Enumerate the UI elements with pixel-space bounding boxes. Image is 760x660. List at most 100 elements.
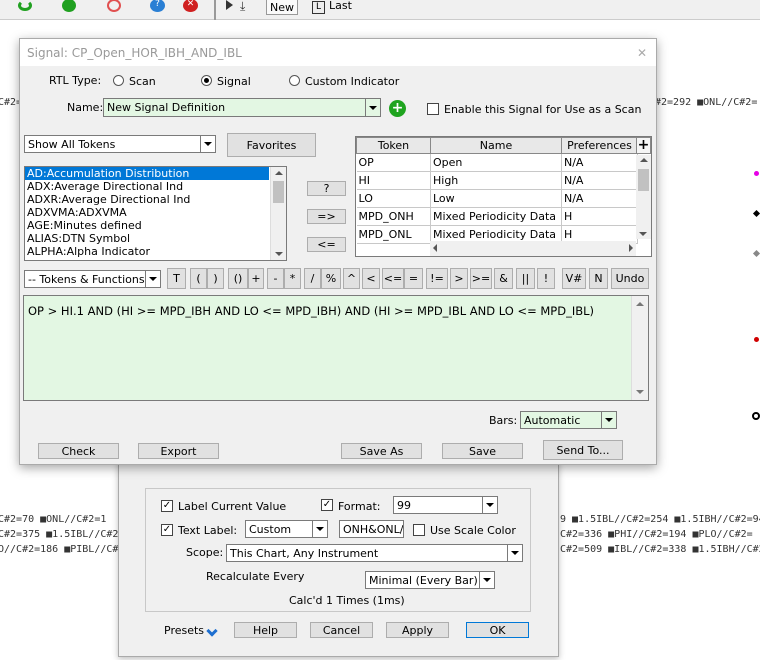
operator-button[interactable]: /: [304, 268, 321, 289]
presets-label[interactable]: Presets: [164, 624, 204, 637]
chevron-down-icon[interactable]: [482, 497, 497, 513]
last-button[interactable]: L Last: [312, 0, 364, 14]
scroll-left-icon[interactable]: [433, 244, 437, 252]
operator-button[interactable]: T: [167, 268, 186, 289]
chevron-down-icon[interactable]: [312, 521, 327, 537]
text-label-checkbox[interactable]: ✓: [161, 524, 173, 536]
bars-select[interactable]: Automatic: [520, 411, 617, 429]
table-vscrollbar[interactable]: [636, 155, 651, 239]
table-row[interactable]: LO Low N/A: [356, 189, 638, 208]
table-row[interactable]: OP Open N/A: [356, 153, 638, 172]
scroll-up-icon[interactable]: [636, 302, 644, 306]
list-item[interactable]: AGE:Minutes defined: [25, 219, 286, 232]
label-current-value-checkbox[interactable]: ✓: [161, 500, 173, 512]
scroll-thumb[interactable]: [273, 181, 284, 203]
scroll-right-icon[interactable]: [629, 244, 633, 252]
add-icon[interactable]: +: [389, 100, 406, 117]
column-header-preferences[interactable]: Preferences: [561, 137, 638, 154]
operator-button[interactable]: ): [207, 268, 224, 289]
list-item[interactable]: ADX:Average Directional Ind: [25, 180, 286, 193]
operator-button[interactable]: >=: [470, 268, 492, 289]
scroll-down-icon[interactable]: [636, 390, 644, 394]
table-row[interactable]: HI High N/A: [356, 171, 638, 190]
list-scrollbar[interactable]: [270, 167, 286, 260]
formula-editor[interactable]: OP > HI.1 AND (HI >= MPD_IBH AND LO <= M…: [23, 295, 649, 401]
scroll-down-icon[interactable]: [639, 232, 647, 236]
list-item[interactable]: ALPHA:Alpha Indicator: [25, 245, 286, 258]
send-to-button[interactable]: Send To...: [543, 440, 623, 460]
undo-button[interactable]: Undo: [611, 268, 649, 289]
name-input[interactable]: New Signal Definition: [103, 98, 381, 117]
operator-button[interactable]: <: [362, 268, 380, 289]
chevron-down-icon[interactable]: [145, 271, 160, 287]
rtl-custom-indicator-radio[interactable]: [289, 75, 300, 86]
chevron-down-icon[interactable]: [479, 572, 494, 588]
operator-button[interactable]: !: [537, 268, 555, 289]
editor-scrollbar[interactable]: [631, 296, 648, 400]
token-help-button[interactable]: ?: [307, 181, 346, 196]
tokens-functions-select[interactable]: -- Tokens & Functions --: [24, 270, 161, 288]
table-add-icon[interactable]: +: [636, 137, 651, 154]
operator-button[interactable]: !=: [426, 268, 448, 289]
recalculate-select[interactable]: Minimal (Every Bar): [365, 571, 495, 589]
refresh-icon[interactable]: [18, 0, 32, 11]
scroll-up-icon[interactable]: [274, 171, 283, 175]
use-scale-color-checkbox[interactable]: [413, 524, 425, 536]
scope-select[interactable]: This Chart, Any Instrument: [226, 544, 523, 562]
operator-button[interactable]: =: [404, 268, 423, 289]
format-checkbox[interactable]: ✓: [321, 499, 333, 511]
cancel-button[interactable]: Cancel: [310, 622, 373, 638]
scroll-up-icon[interactable]: [639, 158, 648, 162]
operator-button[interactable]: <=: [382, 268, 404, 289]
table-hscrollbar[interactable]: [430, 241, 636, 256]
scroll-thumb[interactable]: [638, 169, 649, 191]
close-icon[interactable]: ✕: [637, 46, 647, 60]
format-select[interactable]: 99: [393, 496, 498, 514]
text-label-mode-select[interactable]: Custom: [245, 520, 328, 538]
operator-button[interactable]: &: [494, 268, 513, 289]
rtl-scan-radio[interactable]: [113, 75, 124, 86]
favorites-button[interactable]: Favorites: [227, 133, 316, 157]
download-icon[interactable]: ⤓: [240, 0, 257, 13]
save-as-button[interactable]: Save As: [341, 443, 422, 459]
operator-button[interactable]: >: [450, 268, 468, 289]
apply-button[interactable]: Apply: [386, 622, 449, 638]
operator-button[interactable]: N: [589, 268, 608, 289]
add-token-button[interactable]: =>: [307, 209, 346, 224]
token-table[interactable]: Token Name Preferences OP Open N/A HI High N…: [355, 136, 652, 257]
column-header-name[interactable]: Name: [430, 137, 562, 154]
operator-button[interactable]: ||: [516, 268, 535, 289]
scroll-down-icon[interactable]: [275, 252, 283, 256]
token-listbox[interactable]: AD:Accumulation Distribution ADX:Average…: [24, 166, 287, 261]
operator-button[interactable]: %: [321, 268, 341, 289]
help-button[interactable]: Help: [234, 622, 297, 638]
list-item[interactable]: AD:Accumulation Distribution: [25, 167, 269, 180]
operator-button[interactable]: (: [190, 268, 207, 289]
new-button[interactable]: New: [266, 0, 298, 15]
column-header-token[interactable]: Token: [356, 137, 431, 154]
operator-button[interactable]: +: [248, 268, 264, 289]
chevron-down-icon[interactable]: [200, 136, 215, 152]
chevron-down-icon[interactable]: [507, 545, 522, 561]
tokens-filter-select[interactable]: Show All Tokens: [24, 135, 216, 153]
list-item[interactable]: ADXR:Average Directional Ind: [25, 193, 286, 206]
text-label-input[interactable]: ONH&ONL//: [339, 520, 404, 538]
operator-button[interactable]: ^: [343, 268, 360, 289]
operator-button[interactable]: -: [267, 268, 284, 289]
operator-button[interactable]: (): [228, 268, 248, 289]
run-icon[interactable]: [226, 0, 233, 10]
enable-scan-checkbox[interactable]: [427, 103, 439, 115]
operator-button[interactable]: *: [284, 268, 301, 289]
chevron-down-icon[interactable]: [601, 412, 616, 428]
operator-button[interactable]: V#: [562, 268, 586, 289]
chevron-down-icon[interactable]: [365, 99, 380, 116]
list-item[interactable]: ALIAS:DTN Symbol: [25, 232, 286, 245]
rtl-signal-radio[interactable]: [201, 75, 212, 86]
remove-token-button[interactable]: <=: [307, 237, 346, 252]
check-button[interactable]: Check: [38, 443, 119, 459]
ok-button[interactable]: OK: [466, 622, 529, 638]
table-row[interactable]: MPD_ONH Mixed Periodicity Data H: [356, 207, 638, 226]
save-button[interactable]: Save: [442, 443, 523, 459]
export-button[interactable]: Export: [138, 443, 219, 459]
list-item[interactable]: ADXVMA:ADXVMA: [25, 206, 286, 219]
